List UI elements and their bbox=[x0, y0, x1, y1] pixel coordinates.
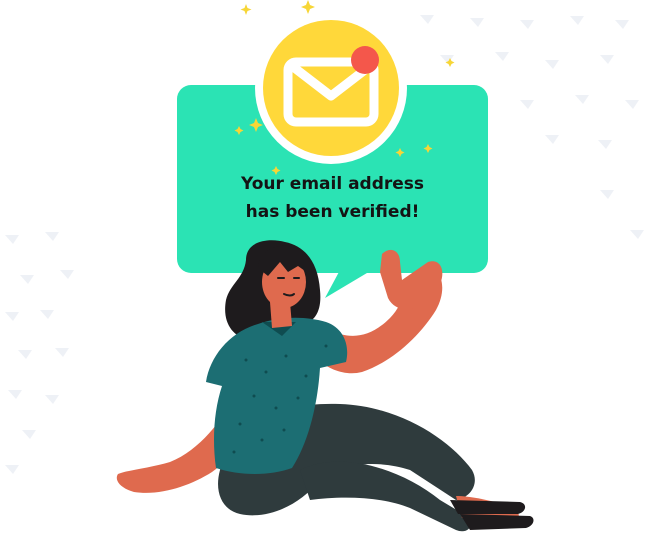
woman-figure bbox=[116, 240, 534, 532]
message-line-2: has been verified! bbox=[245, 202, 420, 222]
envelope-badge bbox=[255, 12, 407, 164]
notification-dot-icon bbox=[351, 46, 379, 74]
verification-message: Your email address has been verified! bbox=[177, 170, 488, 226]
email-verified-illustration: Your email address has been verified! bbox=[0, 0, 652, 558]
message-line-1: Your email address bbox=[240, 174, 425, 194]
illustration bbox=[116, 0, 534, 532]
